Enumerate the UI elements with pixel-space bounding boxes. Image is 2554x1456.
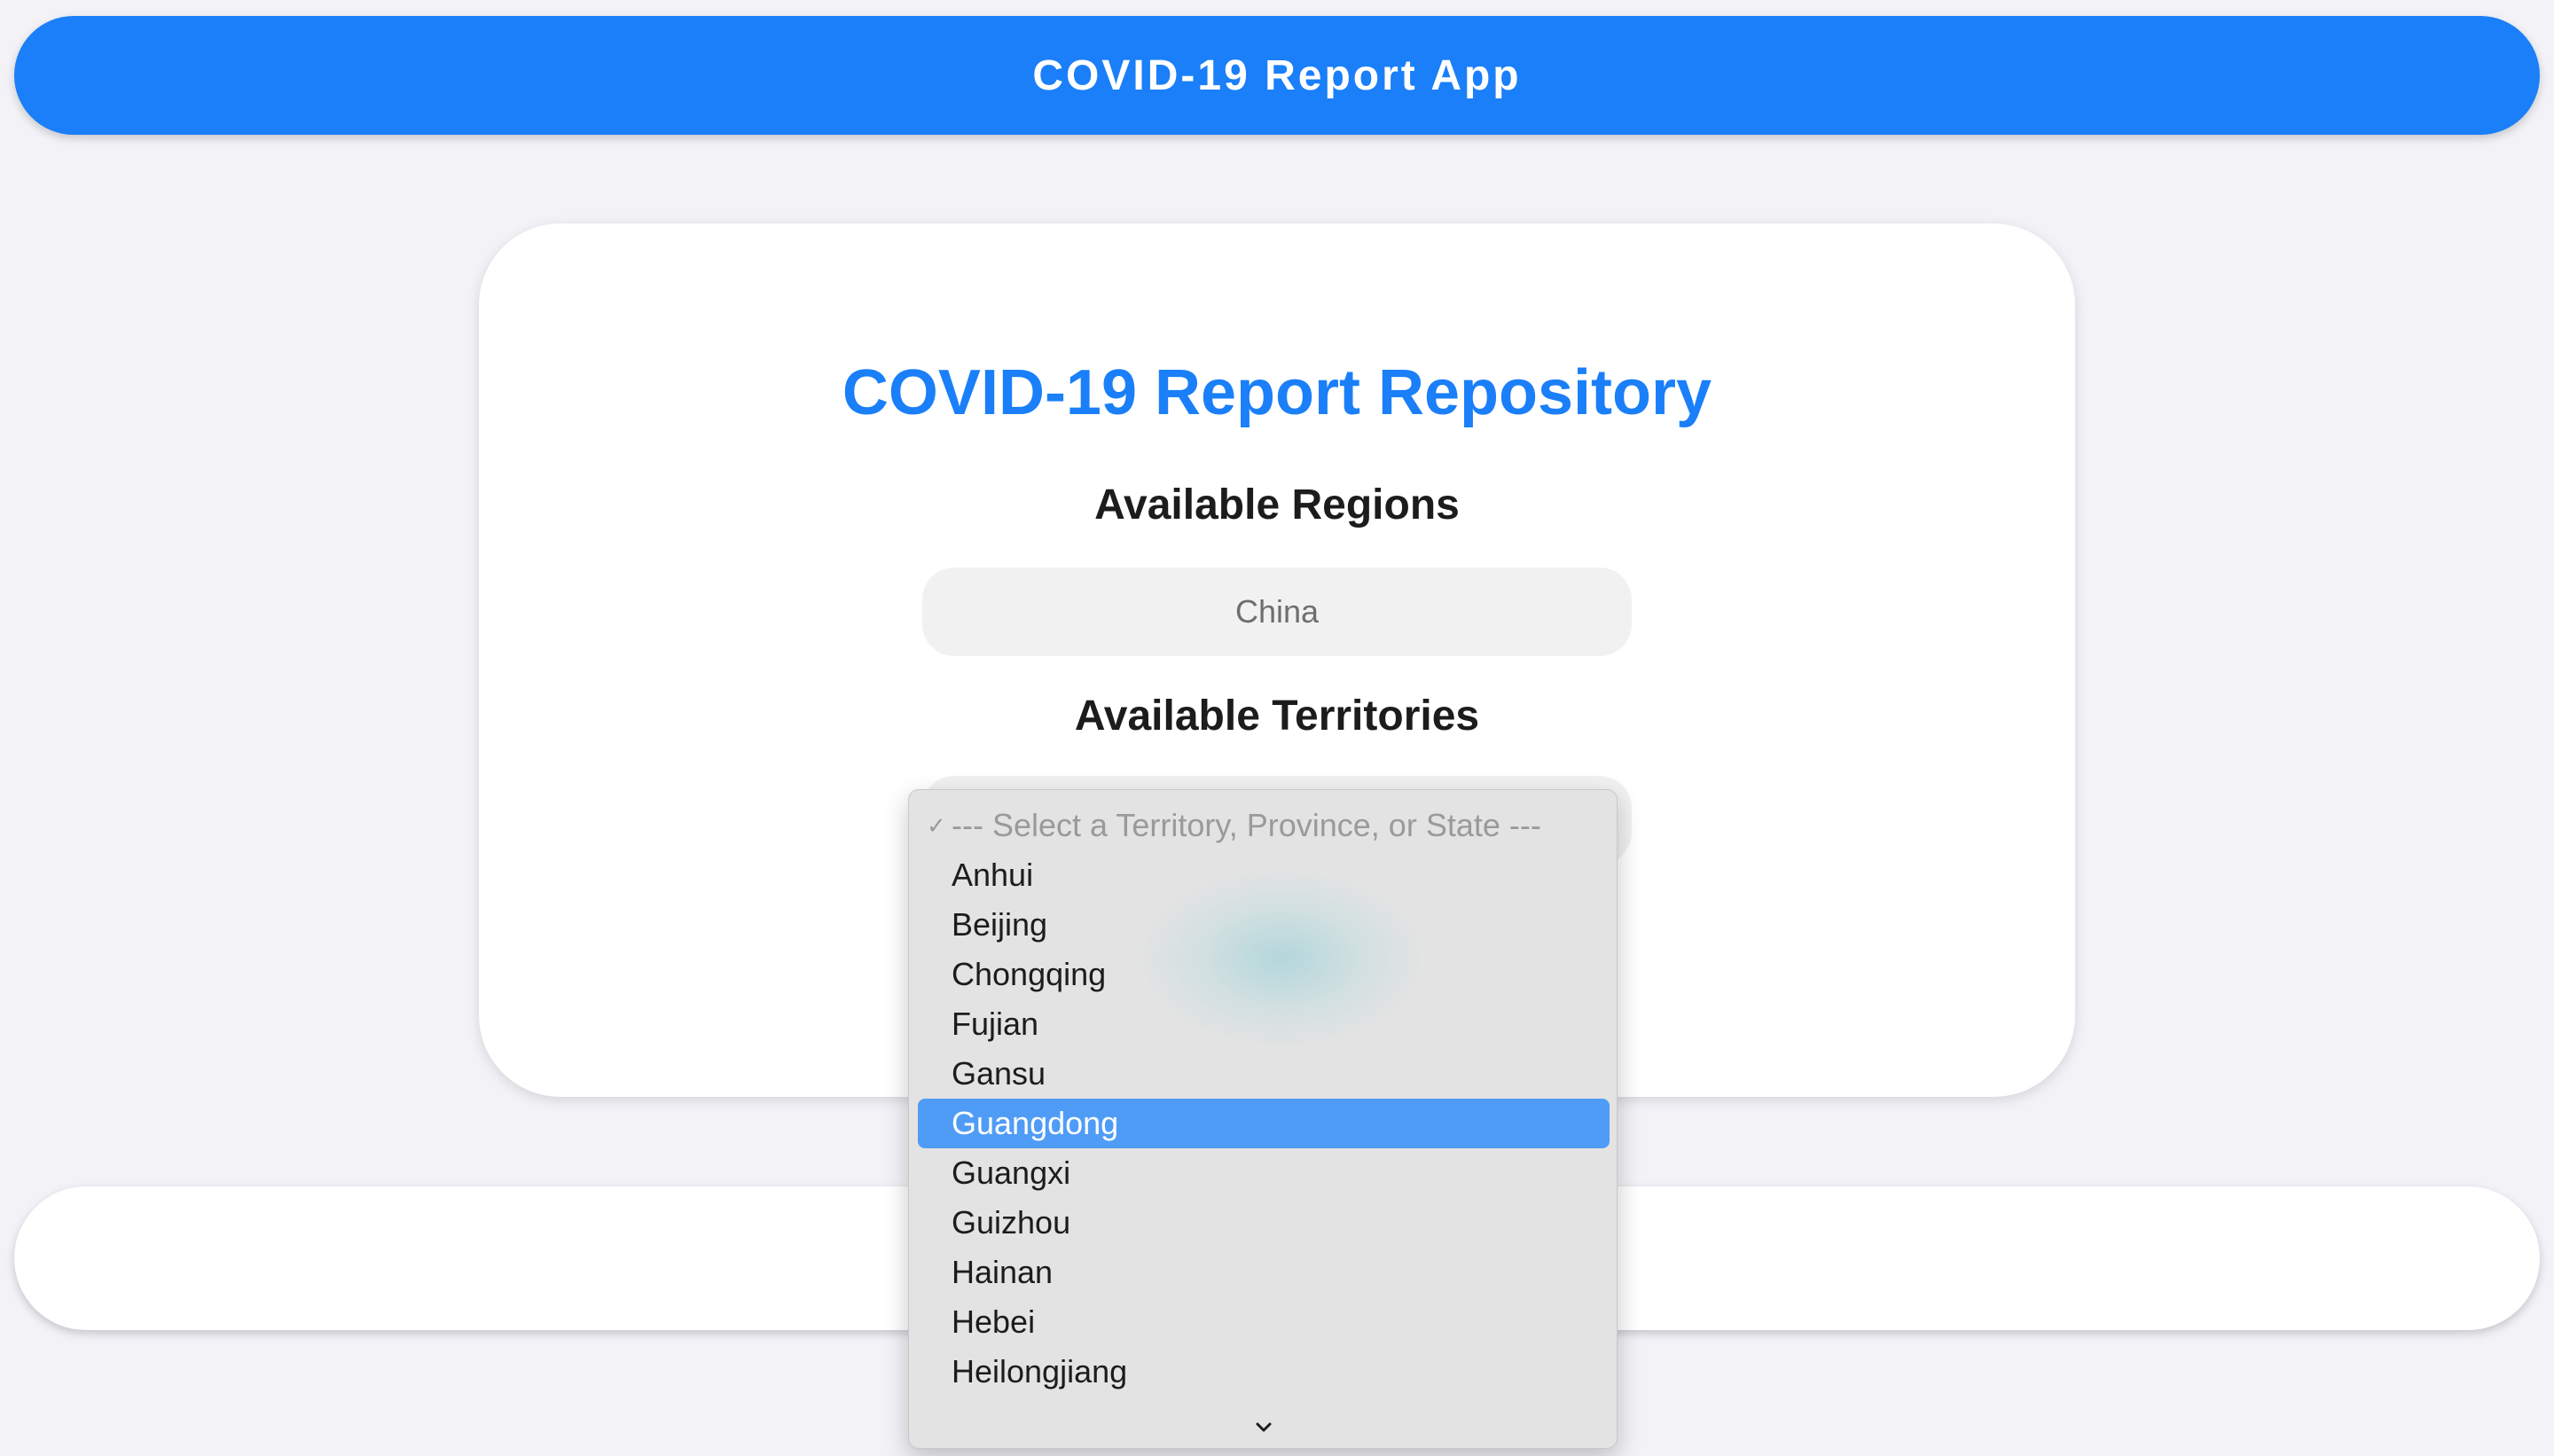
region-select[interactable]: China (922, 568, 1632, 656)
dropdown-option-label: Heilongjiang (952, 1353, 1128, 1389)
dropdown-option-label: Chongqing (952, 956, 1107, 992)
page-title: COVID-19 Report Repository (842, 357, 1712, 428)
dropdown-option-heilongjiang[interactable]: Heilongjiang (918, 1347, 1610, 1397)
region-select-value: China (1234, 593, 1320, 630)
checkmark-icon: ✓ (927, 811, 946, 839)
dropdown-option-label: Guangdong (952, 1105, 1119, 1141)
dropdown-option-hebei[interactable]: Hebei (918, 1297, 1610, 1347)
dropdown-option-anhui[interactable]: Anhui (918, 850, 1610, 900)
dropdown-option-label: Fujian (952, 1006, 1039, 1042)
dropdown-option-beijing[interactable]: Beijing (918, 900, 1610, 950)
chevron-down-icon[interactable] (1252, 1416, 1275, 1439)
dropdown-option-guangdong[interactable]: Guangdong (918, 1099, 1610, 1148)
dropdown-option-fujian[interactable]: Fujian (918, 999, 1610, 1049)
dropdown-option-label: Guangxi (952, 1155, 1071, 1191)
dropdown-option-chongqing[interactable]: Chongqing (918, 950, 1610, 999)
dropdown-option-label: Gansu (952, 1055, 1046, 1092)
dropdown-option-label: --- Select a Territory, Province, or Sta… (952, 807, 1541, 843)
dropdown-option-label: Anhui (952, 857, 1034, 893)
dropdown-option-label: Hainan (952, 1254, 1054, 1290)
dropdown-option-label: Hebei (952, 1303, 1036, 1340)
app-header: COVID-19 Report App (14, 16, 2540, 135)
dropdown-option-placeholder[interactable]: ✓ --- Select a Territory, Province, or S… (918, 801, 1610, 850)
dropdown-option-hainan[interactable]: Hainan (918, 1248, 1610, 1297)
dropdown-option-label: Guizhou (952, 1204, 1071, 1241)
dropdown-option-label: Beijing (952, 906, 1048, 943)
territory-dropdown-menu[interactable]: ✓ --- Select a Territory, Province, or S… (908, 789, 1618, 1449)
regions-heading: Available Regions (1094, 481, 1460, 528)
dropdown-option-guangxi[interactable]: Guangxi (918, 1148, 1610, 1198)
dropdown-option-gansu[interactable]: Gansu (918, 1049, 1610, 1099)
app-title: COVID-19 Report App (1032, 51, 1522, 99)
territories-heading: Available Territories (1074, 693, 1480, 740)
dropdown-option-guizhou[interactable]: Guizhou (918, 1198, 1610, 1248)
app-root: COVID-19 Report App COVID-19 Report Repo… (0, 0, 2554, 1456)
